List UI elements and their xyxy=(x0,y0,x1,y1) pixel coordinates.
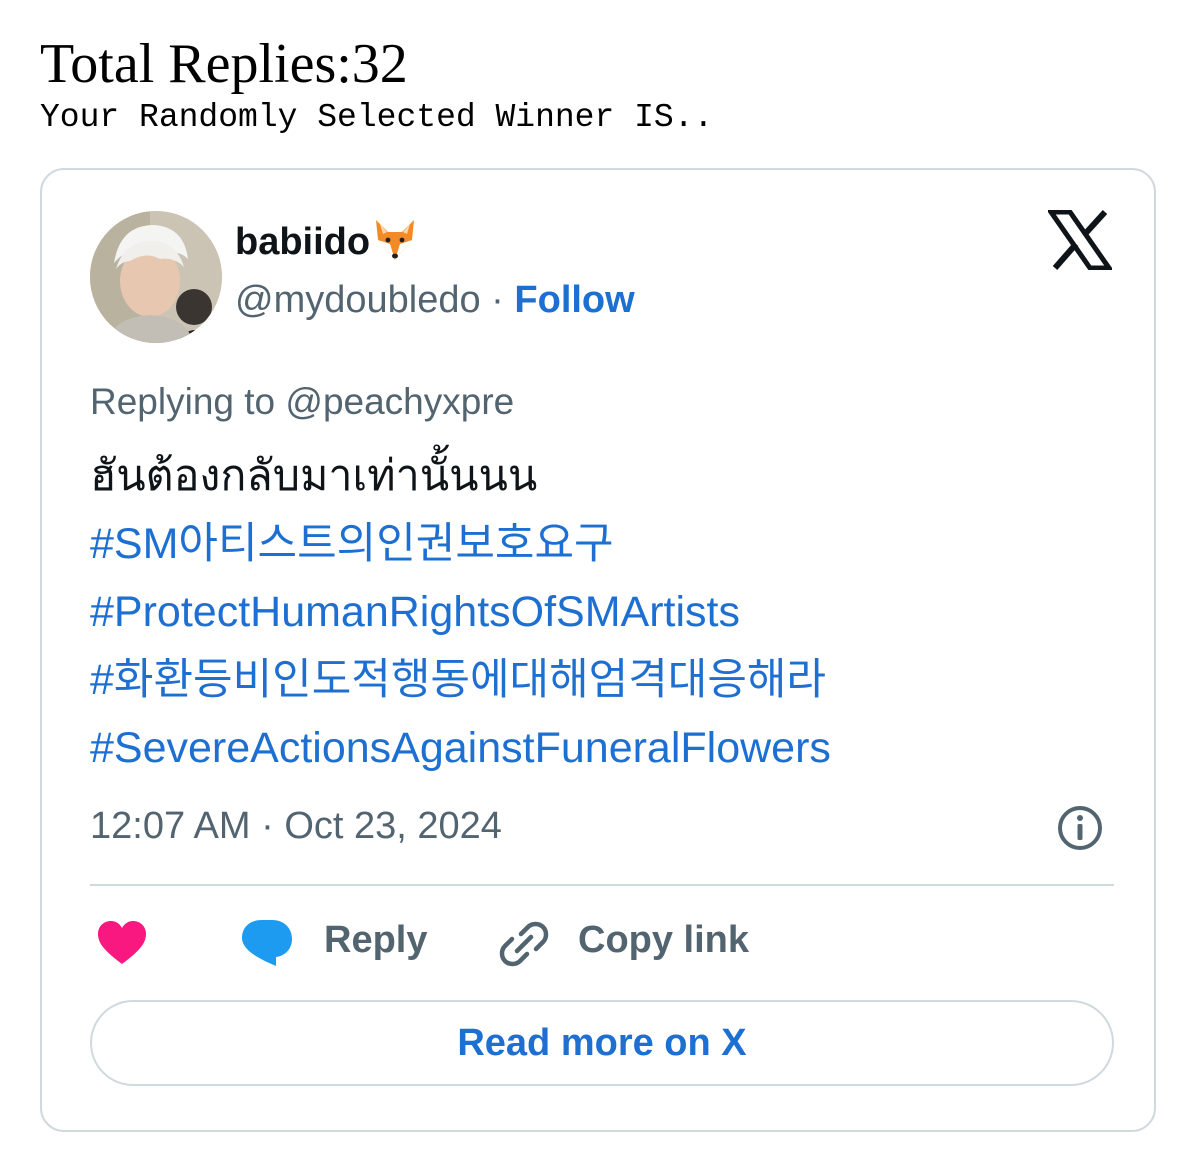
hashtag-link[interactable]: #SM아티스트의인권보호요구 xyxy=(90,510,1120,578)
tweet-text: ฮันต้องกลับมาเท่านั้นนน #SM아티스트의인권보호요구 #… xyxy=(90,442,1120,782)
handle-row: @mydoubledo · Follow xyxy=(235,276,635,324)
display-name[interactable]: babiido xyxy=(235,218,418,266)
handle-separator: · xyxy=(480,279,515,321)
hashtag-link[interactable]: #ProtectHumanRightsOfSMArtists xyxy=(90,578,1120,646)
winner-subtitle: Your Randomly Selected Winner IS.. xyxy=(40,99,714,136)
reply-label: Reply xyxy=(324,919,428,961)
tweet-text-line: ฮันต้องกลับมาเท่านั้นนน xyxy=(90,452,538,500)
read-more-button[interactable]: Read more on X xyxy=(90,1000,1114,1086)
info-icon[interactable] xyxy=(1056,804,1104,852)
hashtag-link[interactable]: #화환등비인도적행동에대해엄격대응해라 xyxy=(90,646,1120,714)
avatar-photo xyxy=(90,211,222,343)
divider xyxy=(90,884,1114,886)
replying-to: Replying to @peachyxpre xyxy=(90,381,515,422)
tweet-embed-card: babiido @mydoubledo · Follow Replying to… xyxy=(40,168,1156,1132)
reply-bubble-icon xyxy=(242,920,292,966)
copy-link-label: Copy link xyxy=(578,919,750,961)
user-handle[interactable]: @mydoubledo xyxy=(235,279,481,321)
total-replies-title: Total Replies:32 xyxy=(40,33,408,95)
heart-icon[interactable] xyxy=(96,920,148,966)
action-bar: Reply Copy link xyxy=(90,912,1114,972)
avatar[interactable] xyxy=(90,211,222,343)
tweet-timestamp[interactable]: 12:07 AM · Oct 23, 2024 xyxy=(90,802,502,850)
hashtag-link[interactable]: #SevereActionsAgainstFuneralFlowers xyxy=(90,714,1120,782)
link-icon xyxy=(499,921,549,967)
fox-face-icon xyxy=(376,220,415,260)
display-name-text: babiido xyxy=(235,221,371,263)
follow-button[interactable]: Follow xyxy=(514,279,634,321)
x-logo-icon[interactable] xyxy=(1048,210,1112,270)
